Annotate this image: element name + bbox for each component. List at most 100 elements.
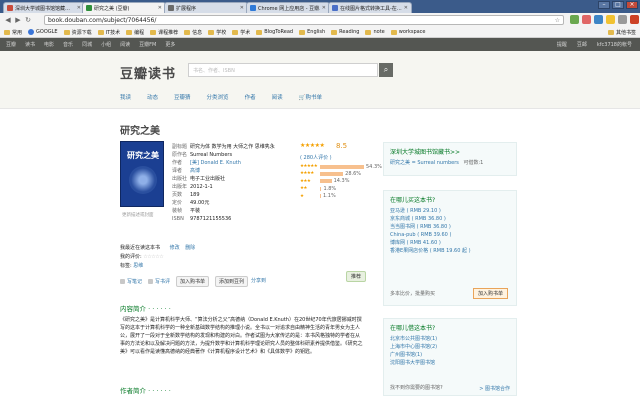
tab-image-converter[interactable]: 在线图片格式转换工具-在… ✕ xyxy=(328,2,412,13)
extension-icon[interactable] xyxy=(570,15,579,24)
bookmark-item[interactable]: workspace xyxy=(390,29,426,35)
subnav-reading[interactable]: 阅读 xyxy=(272,93,283,101)
nav-local[interactable]: 同城 xyxy=(82,41,92,48)
nav-douban[interactable]: 豆瓣 xyxy=(6,41,16,48)
tab-library[interactable]: 深圳大学城图书馆馆藏… ✕ xyxy=(3,2,85,13)
subnav-cart[interactable]: 🛒购书单 xyxy=(299,93,322,101)
add-to-doulist-button[interactable]: 添加到豆列 xyxy=(215,276,249,287)
reload-icon[interactable]: ↻ xyxy=(23,15,33,25)
minimize-icon[interactable]: – xyxy=(598,1,610,9)
write-note-button[interactable]: 写笔记 xyxy=(120,278,142,285)
bookmark-star-icon[interactable]: ☆ xyxy=(555,17,560,24)
address-bar[interactable]: book.douban.com/subject/7064456/ ☆ xyxy=(44,15,564,25)
buy-store-link[interactable]: 当当图书网 ( RMB 36.80 ) xyxy=(390,223,510,231)
extension-icon[interactable] xyxy=(618,15,627,24)
bookmark-item[interactable]: 学校 xyxy=(208,29,226,36)
delete-link[interactable]: 删除 xyxy=(185,245,195,251)
extension-icon[interactable] xyxy=(606,15,615,24)
modify-link[interactable]: 修改 xyxy=(170,245,180,251)
close-icon[interactable]: ✕ xyxy=(158,5,162,11)
extension-icon[interactable] xyxy=(594,15,603,24)
nav-account[interactable]: kfc3718的帐号 xyxy=(597,41,632,48)
subnav-authors[interactable]: 作者 xyxy=(245,93,256,101)
forward-icon[interactable]: ▶ xyxy=(13,15,23,25)
buy-store-link[interactable]: 博库网 ( RMB 41.60 ) xyxy=(390,239,510,247)
douban-book-header: 豆瓣读书 书名、作者、ISBN ⌕ 我读 动态 豆瓣猜 分类浏览 作者 阅读 🛒… xyxy=(0,51,640,109)
nav-music[interactable]: 音乐 xyxy=(63,41,73,48)
add-to-cart-button[interactable]: 加入购书单 xyxy=(176,276,210,287)
nav-books[interactable]: 读书 xyxy=(25,41,35,48)
add-to-cart-sidebar-button[interactable]: 加入购书单 xyxy=(472,288,508,299)
tab-extensions[interactable]: 扩展程序 ✕ xyxy=(164,2,248,13)
tab-webstore[interactable]: Chrome 网上应用店 - 豆瓣… ✕ xyxy=(246,2,330,13)
update-cover-link[interactable]: 更新描述或封面 xyxy=(122,212,154,218)
recommend-button[interactable]: 推荐 xyxy=(346,271,367,282)
borrow-title: 在哪儿借这本书? xyxy=(390,325,436,332)
my-rating-stars[interactable]: ☆☆☆☆☆ xyxy=(143,254,163,260)
converter-favicon-icon xyxy=(332,5,338,11)
subnav-recommend[interactable]: 豆瓣猜 xyxy=(174,93,191,101)
close-icon[interactable]: ✕ xyxy=(77,5,81,11)
extension-icon[interactable] xyxy=(582,15,591,24)
search-button[interactable]: ⌕ xyxy=(379,63,393,77)
info-row: 译者 高博 xyxy=(172,167,275,175)
info-value[interactable]: [美] Donald E. Knuth xyxy=(190,159,241,167)
library-link[interactable]: 上海市中心图书馆(2) xyxy=(390,343,510,351)
extension-icons xyxy=(570,15,640,24)
close-icon[interactable]: ✕ xyxy=(240,5,244,11)
rating-count-link[interactable]: ( 280人评价 ) xyxy=(300,154,332,161)
back-icon[interactable]: ◀ xyxy=(3,15,13,25)
nav-movies[interactable]: 电影 xyxy=(44,41,54,48)
nav-notifications[interactable]: 提醒 xyxy=(557,41,567,48)
nav-groups[interactable]: 小组 xyxy=(101,41,111,48)
buy-store-link[interactable]: 香港E果网店价格 ( RMB 19.60 起 ) xyxy=(390,247,510,255)
bookmark-item[interactable]: 课程推荐 xyxy=(150,29,178,36)
extension-icon[interactable] xyxy=(630,15,639,24)
bookmark-item[interactable]: Reading xyxy=(331,29,359,35)
library-link[interactable]: 北京市公共图书馆(1) xyxy=(390,335,510,343)
share-button[interactable]: 分享到 xyxy=(251,277,266,284)
book-cover[interactable]: 研究之美 xyxy=(120,141,164,207)
window-close-icon[interactable]: × xyxy=(626,1,638,9)
library-cooperation-link[interactable]: > 图书馆合作 xyxy=(479,385,510,393)
nav-fm[interactable]: 豆瓣FM xyxy=(139,41,156,48)
info-row: 副标题 研究为体 数学为用 大师之作 思维隽永 xyxy=(172,143,275,151)
tab-douban-book[interactable]: 研究之美 (豆瓣) ✕ xyxy=(82,2,166,13)
nav-read[interactable]: 阅读 xyxy=(120,41,130,48)
other-bookmarks[interactable]: 其他书签 xyxy=(607,29,636,36)
window-controls: – □ × xyxy=(598,1,638,9)
buy-store-link[interactable]: China-pub ( RMB 39.60 ) xyxy=(390,231,510,239)
library-title[interactable]: 深圳大学城图书馆藏书>> xyxy=(390,147,510,156)
close-icon[interactable]: ✕ xyxy=(404,5,408,11)
info-row: 页数 189 xyxy=(172,191,275,199)
browser-toolbar: ◀ ▶ ↻ book.douban.com/subject/7064456/ ☆ xyxy=(0,13,640,27)
nav-mail[interactable]: 豆邮 xyxy=(577,41,587,48)
douban-book-logo[interactable]: 豆瓣读书 xyxy=(120,63,176,82)
bookmark-item[interactable]: 编程 xyxy=(126,29,144,36)
book-subnav: 我读 动态 豆瓣猜 分类浏览 作者 阅读 🛒购书单 xyxy=(120,93,322,101)
price-compare[interactable]: 多本比价，批量购买 xyxy=(390,290,435,298)
search-input[interactable]: 书名、作者、ISBN xyxy=(188,63,378,77)
buy-store-link[interactable]: 亚马逊 ( RMB 29.10 ) xyxy=(390,207,510,215)
bookmark-item[interactable]: 资源下载 xyxy=(63,29,92,36)
library-link[interactable]: 沈阳图书大学图书馆 xyxy=(390,359,510,367)
douban-global-nav: 豆瓣 读书 电影 音乐 同城 小组 阅读 豆瓣FM 更多 提醒 豆邮 kfc37… xyxy=(0,38,640,51)
write-review-button[interactable]: 写书评 xyxy=(148,278,170,285)
bookmark-item[interactable]: 信息 xyxy=(184,29,202,36)
nav-more[interactable]: 更多 xyxy=(165,41,175,48)
bookmark-item[interactable]: BlogToRead xyxy=(256,29,293,35)
bookmark-item[interactable]: 常用 xyxy=(4,29,22,36)
maximize-icon[interactable]: □ xyxy=(612,1,624,9)
subnav-categories[interactable]: 分类浏览 xyxy=(207,93,229,101)
buy-store-link[interactable]: 京东商城 ( RMB 36.80 ) xyxy=(390,215,510,223)
bookmark-item[interactable]: 学术 xyxy=(232,29,250,36)
bookmark-item[interactable]: note xyxy=(365,29,385,35)
bookmark-item[interactable]: IT技术 xyxy=(97,29,120,36)
subnav-activity[interactable]: 动态 xyxy=(147,93,158,101)
subnav-my-books[interactable]: 我读 xyxy=(120,93,131,101)
info-value[interactable]: 高博 xyxy=(190,167,200,175)
bookmark-item[interactable]: English xyxy=(299,29,325,35)
close-icon[interactable]: ✕ xyxy=(322,5,326,11)
library-link[interactable]: 广州图书馆(1) xyxy=(390,351,510,359)
bookmark-item[interactable]: GOOGLE xyxy=(28,29,58,35)
